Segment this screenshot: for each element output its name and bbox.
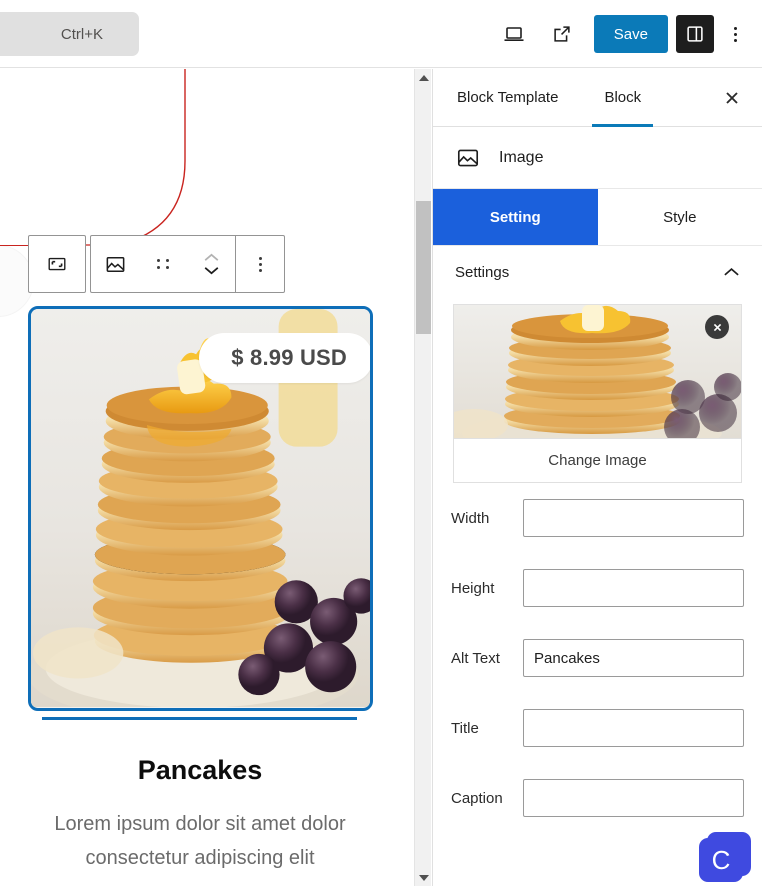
caption-input[interactable] — [523, 779, 744, 817]
settings-section-header[interactable]: Settings — [433, 246, 762, 298]
chevron-down-icon — [204, 267, 218, 275]
top-bar-actions: Save — [490, 10, 754, 58]
close-circle-icon — [713, 323, 721, 331]
canvas-scrollbar[interactable] — [414, 69, 431, 886]
save-button[interactable]: Save — [593, 15, 668, 53]
alt-text-label: Alt Text — [451, 649, 500, 667]
block-type-button[interactable] — [91, 236, 139, 292]
annotation-curve-icon — [30, 69, 186, 246]
field-row-height: Height — [433, 553, 762, 623]
external-link-icon — [554, 26, 570, 42]
field-row-caption: Caption — [433, 763, 762, 833]
width-input[interactable] — [523, 499, 744, 537]
device-preview-button[interactable] — [490, 10, 538, 58]
block-options-button[interactable] — [236, 236, 284, 292]
height-label: Height — [451, 579, 495, 597]
height-input[interactable] — [523, 569, 744, 607]
price-badge: $ 8.99 USD — [199, 333, 370, 383]
six-dots-drag-icon — [156, 259, 170, 269]
image-thumbnail[interactable] — [454, 305, 741, 438]
top-bar: Ctrl+K Save — [0, 0, 762, 68]
product-image-block[interactable]: $ 8.99 USD — [28, 306, 373, 711]
command-palette-shortcut[interactable]: Ctrl+K — [0, 12, 139, 56]
sidebar-toggle-button[interactable] — [676, 15, 714, 53]
top-bar-more-button[interactable] — [720, 12, 750, 56]
image-preview-card: Change Image — [453, 304, 742, 483]
close-icon — [726, 91, 738, 104]
scrollbar-thumb[interactable] — [416, 201, 431, 334]
kebab-menu-icon — [258, 256, 262, 272]
block-settings-panel: Block Template Block Image Setting Style… — [432, 69, 762, 886]
title-label: Title — [451, 719, 479, 737]
annotation-line — [0, 245, 30, 246]
selected-block-header: Image — [433, 127, 762, 189]
width-label: Width — [451, 509, 490, 527]
block-toolbar-main-group — [90, 235, 285, 293]
field-row-title: Title — [433, 693, 762, 763]
floating-assistant-widget[interactable]: C — [699, 826, 751, 882]
editor-canvas[interactable]: $ 8.99 USD Pancakes Lorem ipsum dolor si… — [0, 69, 414, 886]
block-toolbar[interactable] — [28, 235, 285, 293]
select-parent-block-button[interactable] — [28, 235, 86, 293]
segment-style[interactable]: Style — [597, 189, 762, 245]
kebab-menu-icon — [733, 26, 737, 42]
laptop-icon — [504, 27, 524, 42]
panel-segment-tabs: Setting Style — [433, 189, 762, 246]
image-icon — [106, 256, 124, 272]
command-palette-shortcut-label: Ctrl+K — [60, 25, 103, 43]
widget-front-card[interactable]: C — [699, 838, 743, 882]
product-title: Pancakes — [137, 755, 263, 785]
block-move-buttons[interactable] — [187, 236, 235, 292]
settings-section-title: Settings — [455, 263, 510, 281]
sidebar-panel-icon — [687, 26, 703, 42]
open-external-button[interactable] — [538, 10, 586, 58]
segment-setting[interactable]: Setting — [433, 189, 598, 245]
field-row-width: Width — [433, 483, 762, 553]
change-image-button[interactable]: Change Image — [454, 438, 741, 482]
crop-frame-icon — [48, 257, 66, 271]
caption-label: Caption — [451, 789, 503, 807]
close-panel-button[interactable] — [716, 82, 748, 114]
title-input[interactable] — [523, 709, 744, 747]
field-row-alt-text: Alt Text — [433, 623, 762, 693]
remove-image-button[interactable] — [705, 315, 729, 339]
chevron-up-icon[interactable] — [723, 267, 740, 277]
scroll-up-button[interactable] — [415, 69, 432, 86]
panel-tabs: Block Template Block — [433, 69, 762, 127]
image-icon — [457, 149, 479, 166]
scroll-down-button[interactable] — [415, 869, 432, 886]
alt-text-input[interactable] — [523, 639, 744, 677]
selected-block-label: Image — [499, 148, 544, 166]
card-underline — [42, 717, 357, 720]
triangle-down-icon — [418, 874, 429, 881]
block-drag-handle[interactable] — [139, 236, 187, 292]
pancake-thumbnail-photo — [454, 305, 741, 438]
tab-block[interactable]: Block — [582, 69, 663, 127]
product-description: Lorem ipsum dolor sit amet dolor consect… — [54, 813, 346, 869]
chevron-up-icon — [204, 253, 218, 261]
tab-block-template[interactable]: Block Template — [433, 69, 582, 127]
triangle-up-icon — [418, 74, 429, 81]
